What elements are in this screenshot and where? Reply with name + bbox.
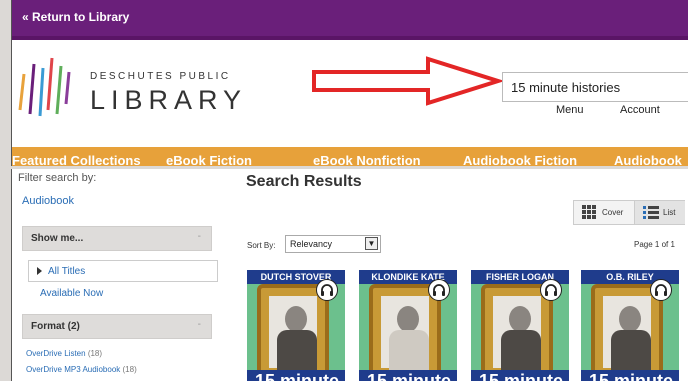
nav-audiobook-fiction[interactable]: Audiobook Fiction <box>463 153 577 166</box>
library-header-panel: « Return to Library DESCHUTES PUBLIC LIB… <box>11 0 688 166</box>
format-name: OverDrive Listen <box>26 349 86 358</box>
chevron-down-icon: ▼ <box>365 237 378 250</box>
list-view-label: List <box>663 208 676 217</box>
cover-view-button[interactable]: Cover <box>574 201 634 224</box>
sort-value: Relevancy <box>290 239 333 249</box>
portrait-photo <box>603 296 651 370</box>
red-arrow-annotation-icon <box>312 56 502 106</box>
filter-audiobook-link[interactable]: Audiobook <box>22 195 74 207</box>
format-option-overdrive-listen[interactable]: OverDrive Listen (18) <box>26 349 102 358</box>
portrait-photo <box>493 296 541 370</box>
book-cover[interactable]: KLONDIKE KATE 15 minute <box>359 270 457 381</box>
category-nav-bar: Featured Collections eBook Fiction eBook… <box>12 147 688 166</box>
book-cover[interactable]: O.B. RILEY 15 minute <box>581 270 679 381</box>
sort-by-label: Sort By: <box>247 241 276 250</box>
list-icon <box>643 206 659 219</box>
format-option-overdrive-mp3[interactable]: OverDrive MP3 Audiobook (18) <box>26 365 137 374</box>
nav-ebook-fiction[interactable]: eBook Fiction <box>166 153 252 166</box>
collapse-icon[interactable]: - <box>198 319 201 330</box>
account-link[interactable]: Account <box>620 104 660 116</box>
page-info: Page 1 of 1 <box>634 240 675 249</box>
format-header[interactable]: Format (2) - <box>22 314 212 339</box>
format-count: (18) <box>122 365 137 374</box>
nav-ebook-nonfiction[interactable]: eBook Nonfiction <box>313 153 421 166</box>
all-titles-option[interactable]: All Titles <box>28 260 218 282</box>
view-toggle: Cover List <box>573 200 685 225</box>
book-cover[interactable]: FISHER LOGAN 15 minute <box>471 270 569 381</box>
book-cover[interactable]: DUTCH STOVER 15 minute <box>247 270 345 381</box>
return-to-library-link[interactable]: « Return to Library <box>22 10 129 24</box>
show-me-header[interactable]: Show me... - <box>22 226 212 251</box>
book-subtitle: 15 minute <box>471 370 569 381</box>
format-count: (18) <box>87 349 103 358</box>
menu-link[interactable]: Menu <box>556 104 584 116</box>
headphones-icon <box>650 279 672 301</box>
portrait-photo <box>269 296 317 370</box>
nav-featured-collections[interactable]: Featured Collections <box>12 153 141 166</box>
library-name-top: DESCHUTES PUBLIC <box>90 71 231 82</box>
available-now-option[interactable]: Available Now <box>40 288 103 299</box>
portrait-frame <box>369 284 441 376</box>
book-subtitle: 15 minute <box>247 370 345 381</box>
portrait-photo <box>381 296 429 370</box>
triangle-right-icon <box>37 267 42 275</box>
header-bar: « Return to Library <box>12 0 688 40</box>
format-name: OverDrive MP3 Audiobook <box>26 365 121 374</box>
headphones-icon <box>540 279 562 301</box>
portrait-frame <box>257 284 329 376</box>
portrait-frame <box>591 284 663 376</box>
search-input[interactable] <box>502 72 688 102</box>
list-view-button[interactable]: List <box>634 201 685 224</box>
search-results-title: Search Results <box>246 173 362 190</box>
format-label: Format (2) <box>31 321 80 332</box>
show-me-label: Show me... <box>31 233 84 244</box>
sort-select[interactable]: Relevancy ▼ <box>285 235 381 253</box>
library-logo-icon <box>18 57 71 117</box>
grid-icon <box>582 205 596 219</box>
headphones-icon <box>428 279 450 301</box>
book-subtitle: 15 minute <box>581 370 679 381</box>
library-name-bottom: LIBRARY <box>90 85 248 115</box>
collapse-icon[interactable]: - <box>198 231 201 242</box>
portrait-frame <box>481 284 553 376</box>
book-subtitle: 15 minute <box>359 370 457 381</box>
cover-view-label: Cover <box>602 208 624 217</box>
headphones-icon <box>316 279 338 301</box>
page: « Return to Library DESCHUTES PUBLIC LIB… <box>0 0 688 381</box>
search-results-panel: Filter search by: Audiobook Show me... -… <box>11 169 688 381</box>
nav-audiobook[interactable]: Audiobook <box>614 153 682 166</box>
filter-label: Filter search by: <box>18 172 97 184</box>
all-titles-label: All Titles <box>48 266 86 277</box>
